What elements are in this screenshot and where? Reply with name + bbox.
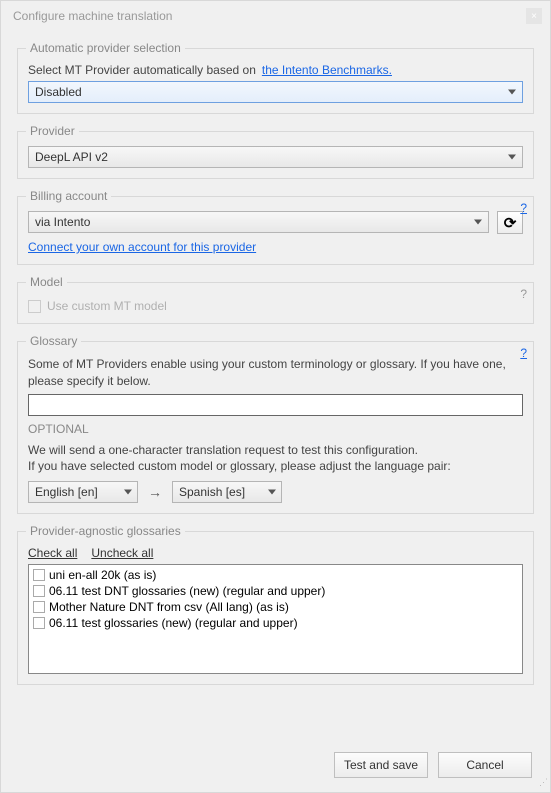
billing-value: via Intento: [35, 215, 90, 229]
model-group: Model ? Use custom MT model: [17, 275, 534, 324]
glossary-item-label: Mother Nature DNT from csv (All lang) (a…: [49, 600, 289, 614]
glossary-item-label: uni en-all 20k (as is): [49, 568, 156, 582]
auto-provider-select[interactable]: Disabled: [28, 81, 523, 103]
custom-model-checkbox: [28, 300, 41, 313]
cancel-button[interactable]: Cancel: [438, 752, 532, 778]
provider-legend: Provider: [26, 124, 79, 138]
window-title: Configure machine translation: [13, 9, 526, 23]
list-item[interactable]: Mother Nature DNT from csv (All lang) (a…: [31, 599, 520, 615]
content-area: Automatic provider selection Select MT P…: [1, 31, 550, 742]
glossary-help-icon[interactable]: ?: [520, 346, 527, 360]
check-all-link[interactable]: Check all: [28, 546, 77, 560]
model-legend: Model: [26, 275, 67, 289]
glossary-list[interactable]: uni en-all 20k (as is) 06.11 test DNT gl…: [28, 564, 523, 674]
arrow-right-icon: →: [148, 484, 162, 500]
chevron-down-icon: [508, 90, 516, 95]
custom-model-label: Use custom MT model: [47, 299, 167, 313]
billing-help-icon[interactable]: ?: [520, 201, 527, 215]
chevron-down-icon: [268, 490, 276, 495]
button-bar: Test and save Cancel: [1, 742, 550, 792]
billing-select[interactable]: via Intento: [28, 211, 489, 233]
optional-block: OPTIONAL We will send a one-character tr…: [17, 416, 534, 515]
provider-group: Provider DeepL API v2: [17, 124, 534, 179]
auto-provider-value: Disabled: [35, 85, 82, 99]
refresh-icon: ⟳: [504, 214, 517, 232]
lang-to-value: Spanish [es]: [179, 485, 245, 499]
pag-legend: Provider-agnostic glossaries: [26, 524, 185, 538]
titlebar: Configure machine translation ×: [1, 1, 550, 31]
close-button[interactable]: ×: [526, 8, 542, 24]
chevron-down-icon: [474, 220, 482, 225]
pag-group: Provider-agnostic glossaries Check all U…: [17, 524, 534, 685]
glossary-desc: Some of MT Providers enable using your c…: [28, 356, 523, 390]
lang-from-value: English [en]: [35, 485, 98, 499]
glossary-group: Glossary ? Some of MT Providers enable u…: [17, 334, 534, 426]
resize-grip-icon[interactable]: ⋰: [538, 780, 548, 790]
glossary-checkbox[interactable]: [33, 585, 45, 597]
dialog-window: Configure machine translation × Automati…: [0, 0, 551, 793]
connect-account-link[interactable]: Connect your own account for this provid…: [28, 240, 256, 254]
model-help-icon[interactable]: ?: [520, 287, 527, 301]
test-and-save-button[interactable]: Test and save: [334, 752, 428, 778]
lang-from-select[interactable]: English [en]: [28, 481, 138, 503]
glossary-item-label: 06.11 test glossaries (new) (regular and…: [49, 616, 298, 630]
list-item[interactable]: 06.11 test glossaries (new) (regular and…: [31, 615, 520, 631]
refresh-button[interactable]: ⟳: [497, 211, 523, 234]
glossary-checkbox[interactable]: [33, 617, 45, 629]
glossary-legend: Glossary: [26, 334, 81, 348]
list-item[interactable]: uni en-all 20k (as is): [31, 567, 520, 583]
billing-group: Billing account ? via Intento ⟳ Connect …: [17, 189, 534, 265]
billing-legend: Billing account: [26, 189, 111, 203]
auto-provider-label: Select MT Provider automatically based o…: [28, 63, 256, 77]
glossary-item-label: 06.11 test DNT glossaries (new) (regular…: [49, 584, 325, 598]
glossary-input[interactable]: [28, 394, 523, 416]
chevron-down-icon: [508, 155, 516, 160]
optional-line2: If you have selected custom model or glo…: [28, 458, 523, 475]
lang-to-select[interactable]: Spanish [es]: [172, 481, 282, 503]
glossary-checkbox[interactable]: [33, 569, 45, 581]
optional-line1: We will send a one-character translation…: [28, 442, 523, 459]
auto-provider-group: Automatic provider selection Select MT P…: [17, 41, 534, 114]
provider-value: DeepL API v2: [35, 150, 108, 164]
intento-benchmarks-link[interactable]: the Intento Benchmarks.: [262, 63, 392, 77]
uncheck-all-link[interactable]: Uncheck all: [91, 546, 153, 560]
auto-provider-legend: Automatic provider selection: [26, 41, 185, 55]
list-item[interactable]: 06.11 test DNT glossaries (new) (regular…: [31, 583, 520, 599]
chevron-down-icon: [124, 490, 132, 495]
provider-select[interactable]: DeepL API v2: [28, 146, 523, 168]
glossary-checkbox[interactable]: [33, 601, 45, 613]
